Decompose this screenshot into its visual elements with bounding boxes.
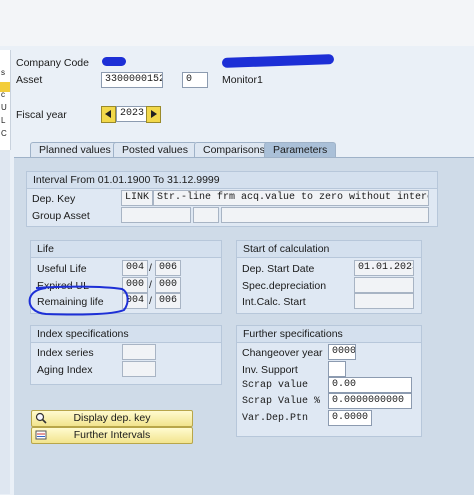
fiscal-year-label: Fiscal year — [16, 109, 67, 121]
tab-parameters[interactable]: Parameters — [264, 142, 337, 157]
spec-depreciation-label: Spec.depreciation — [242, 280, 327, 292]
intervals-icon — [35, 430, 47, 440]
triangle-left-icon — [105, 110, 111, 118]
useful-life-years-field[interactable]: 004 — [122, 260, 148, 276]
hand-drawn-highlight — [28, 285, 129, 316]
aging-index-label: Aging Index — [37, 364, 93, 376]
tab-posted-values[interactable]: Posted values — [113, 142, 197, 157]
previous-year-button[interactable] — [101, 106, 116, 123]
group-asset-description — [221, 207, 429, 223]
top-toolbar-strip — [0, 0, 474, 46]
left-strip-letter: U — [1, 103, 7, 112]
dep-start-date-field[interactable]: 01.01.2023 — [354, 260, 414, 276]
further-intervals-button[interactable]: Further Intervals — [31, 427, 193, 444]
aging-index-field[interactable] — [122, 361, 156, 377]
inv-support-field[interactable] — [328, 361, 346, 377]
useful-life-periods-field[interactable]: 006 — [155, 260, 181, 276]
int-calc-start-label: Int.Calc. Start — [242, 296, 306, 308]
dep-key-description: Str.-line frm acq.value to zero without … — [153, 190, 429, 206]
separator: / — [149, 295, 152, 307]
index-series-label: Index series — [37, 347, 94, 359]
redaction-scribble — [221, 54, 335, 68]
inv-support-label: Inv. Support — [242, 364, 298, 376]
separator: / — [149, 279, 152, 291]
spec-depreciation-field[interactable] — [354, 277, 414, 293]
magnifier-icon — [35, 412, 47, 424]
display-dep-key-button[interactable]: Display dep. key — [31, 410, 193, 427]
left-strip-letter: s — [1, 68, 5, 77]
scrap-value-label: Scrap value — [242, 380, 309, 391]
fiscal-year-field[interactable]: 2023 — [116, 106, 148, 122]
triangle-right-icon — [151, 110, 157, 118]
left-strip-letter: L — [1, 116, 6, 125]
life-title: Life — [31, 241, 221, 258]
var-dep-ptn-label: Var.Dep.Ptn — [242, 413, 309, 424]
group-asset-label: Group Asset — [32, 210, 90, 222]
asset-number-field[interactable]: 3300000152 — [101, 72, 163, 88]
tab-comparisons[interactable]: Comparisons — [194, 142, 274, 157]
index-series-field[interactable] — [122, 344, 156, 360]
further-specifications-title: Further specifications — [237, 326, 421, 343]
asset-subnumber-field[interactable]: 0 — [182, 72, 208, 88]
next-year-button[interactable] — [146, 106, 161, 123]
expired-ul-periods-field[interactable]: 000 — [155, 277, 181, 293]
asset-description: Monitor1 — [222, 74, 263, 86]
int-calc-start-field[interactable] — [354, 293, 414, 309]
useful-life-label: Useful Life — [37, 263, 87, 275]
scrap-value-percent-field[interactable]: 0.0000000000 — [328, 393, 412, 409]
interval-title: Interval From 01.01.1900 To 31.12.9999 — [27, 172, 437, 189]
left-strip-letter: C — [1, 129, 7, 138]
left-pane-edge — [0, 150, 10, 494]
group-asset-field[interactable] — [121, 207, 191, 223]
dep-start-date-label: Dep. Start Date — [242, 263, 315, 275]
tab-planned-values[interactable]: Planned values — [30, 142, 120, 157]
further-intervals-label: Further Intervals — [73, 429, 151, 441]
remaining-life-periods-field[interactable]: 006 — [155, 293, 181, 309]
scrap-value-field[interactable]: 0.00 — [328, 377, 412, 393]
dep-key-label: Dep. Key — [32, 193, 76, 205]
display-dep-key-label: Display dep. key — [73, 412, 151, 424]
start-calculation-title: Start of calculation — [237, 241, 421, 258]
company-code-label: Company Code — [16, 57, 89, 69]
asset-label: Asset — [16, 74, 43, 86]
scrap-value-percent-label: Scrap Value % — [242, 396, 321, 407]
redaction-scribble — [102, 57, 126, 66]
index-specifications-title: Index specifications — [31, 326, 221, 343]
var-dep-ptn-field[interactable]: 0.0000 — [328, 410, 372, 426]
group-asset-subnumber-field[interactable] — [193, 207, 219, 223]
changeover-year-label: Changeover year — [242, 347, 323, 359]
dep-key-field[interactable]: LINK — [121, 190, 153, 206]
left-strip-letter: c — [1, 90, 5, 99]
separator: / — [149, 262, 152, 274]
changeover-year-field[interactable]: 0000 — [328, 344, 356, 360]
